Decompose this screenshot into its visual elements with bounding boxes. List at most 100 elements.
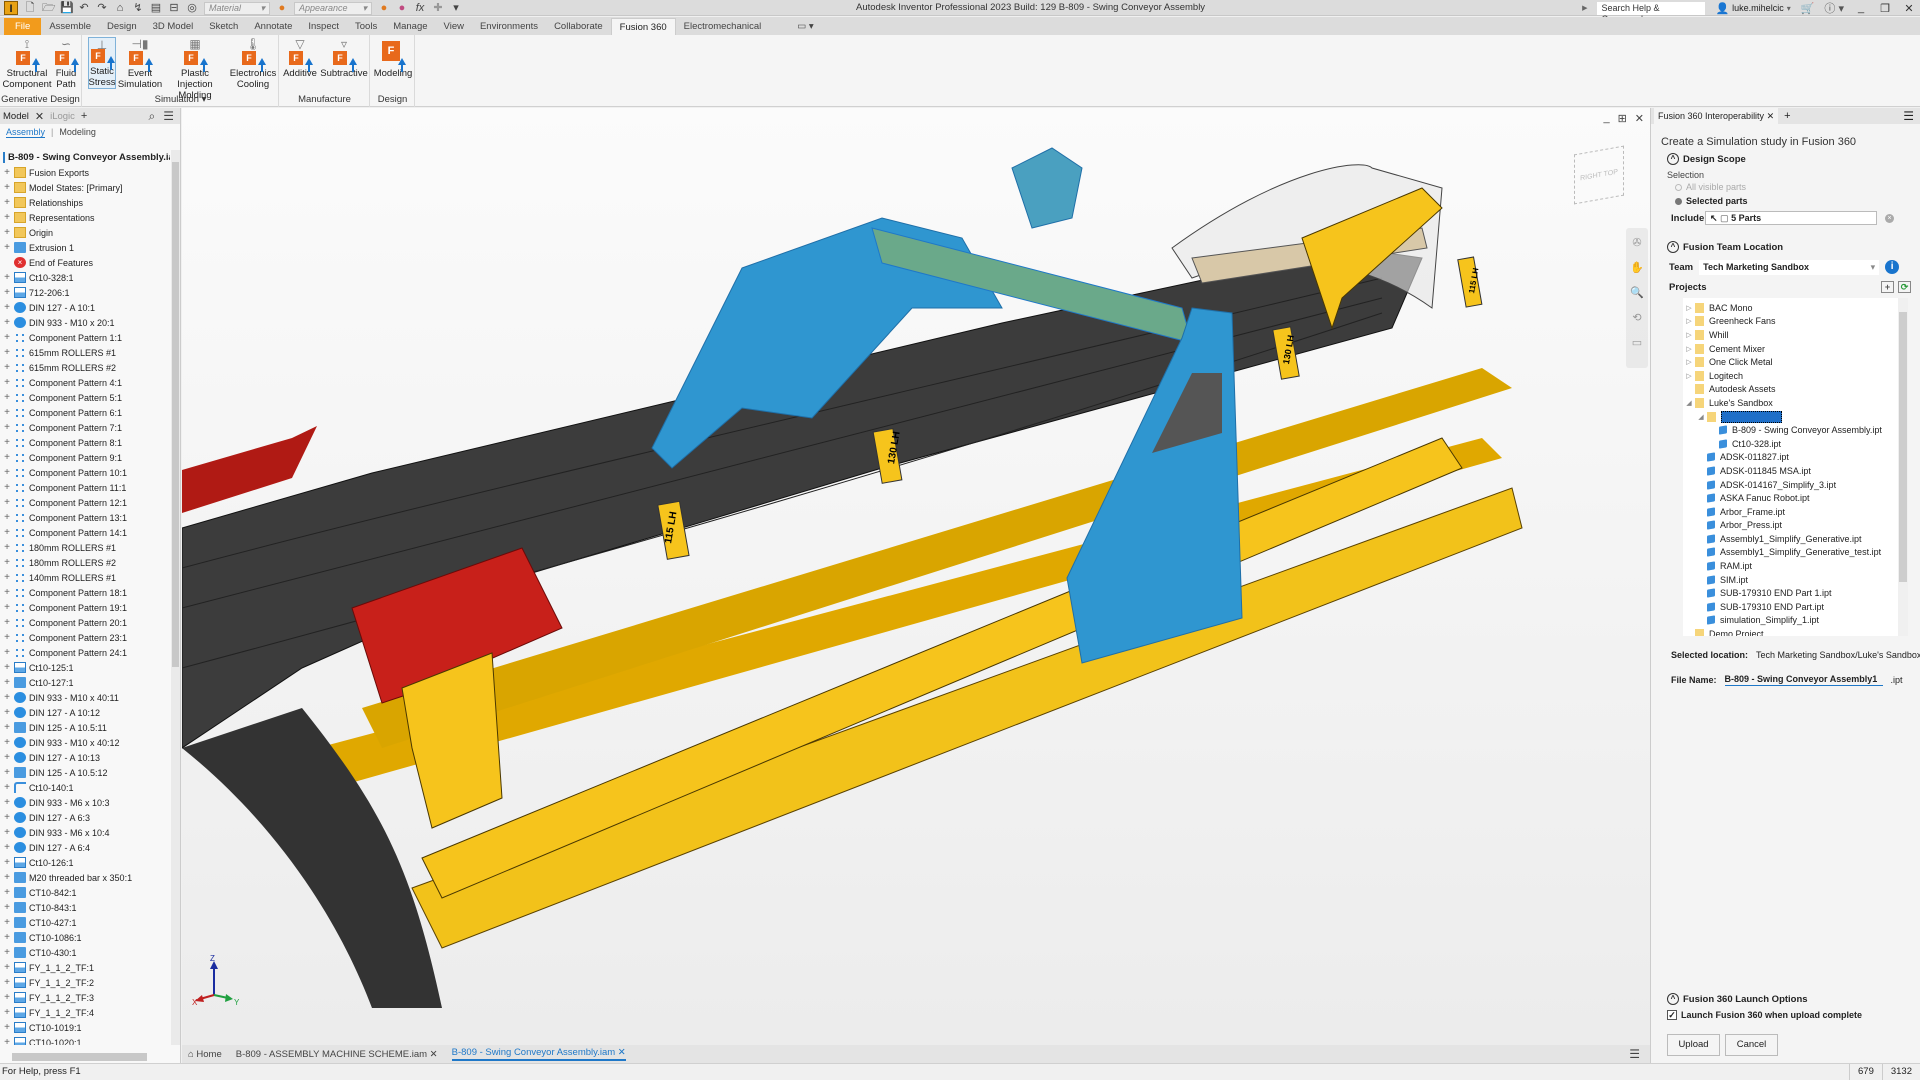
tab-view[interactable]: View [436, 18, 472, 35]
project-item[interactable]: ADSK-011845 MSA.ipt [1683, 464, 1908, 478]
tree-item[interactable]: +615mm ROLLERS #1 [0, 345, 170, 360]
close-icon[interactable]: ✕ [1767, 111, 1775, 121]
tree-item[interactable]: + Extrusion 1 [0, 240, 170, 255]
tree-item[interactable]: + M20 threaded bar x 350:1 [0, 870, 170, 885]
tree-item[interactable]: + CT10-1086:1 [0, 930, 170, 945]
tree-item[interactable]: + CT10-842:1 [0, 885, 170, 900]
close-view-icon[interactable]: ✕ [1635, 112, 1644, 125]
tab-collaborate[interactable]: Collaborate [546, 18, 611, 35]
minimize-button[interactable]: _ [1854, 2, 1868, 14]
expand-icon[interactable]: + [2, 737, 12, 748]
expand-icon[interactable]: + [2, 827, 12, 838]
expand-icon[interactable]: + [2, 917, 12, 928]
viewcube[interactable]: RIGHT TOP [1574, 145, 1624, 205]
expand-icon[interactable]: + [2, 377, 12, 388]
expand-icon[interactable]: + [2, 1022, 12, 1033]
expand-icon[interactable]: + [2, 182, 12, 193]
expand-icon[interactable]: + [2, 362, 12, 373]
zoom-icon[interactable]: 🔍 [1630, 286, 1644, 299]
projects-scrollbar[interactable] [1898, 298, 1908, 636]
expand-icon[interactable]: + [2, 947, 12, 958]
expand-icon[interactable]: + [2, 1007, 12, 1018]
project-item[interactable]: Assembly1_Simplify_Generative.ipt [1683, 532, 1908, 546]
tree-item[interactable]: + Fusion Exports [0, 165, 170, 180]
project-item[interactable]: Arbor_Press.ipt [1683, 519, 1908, 533]
tab-annotate[interactable]: Annotate [246, 18, 300, 35]
restore-button[interactable]: ❐ [1878, 2, 1892, 15]
expand-icon[interactable]: + [2, 857, 12, 868]
tab-sketch[interactable]: Sketch [201, 18, 246, 35]
add-icon[interactable]: ✚ [432, 2, 444, 14]
expand-icon[interactable]: + [2, 557, 12, 568]
tree-item[interactable]: + Component Pattern 19:1 [0, 600, 170, 615]
expand-icon[interactable]: + [2, 242, 12, 253]
tab-inspect[interactable]: Inspect [300, 18, 347, 35]
project-item[interactable]: ▷ Whill [1683, 328, 1908, 342]
expand-icon[interactable]: + [2, 797, 12, 808]
tree-root[interactable]: B-809 - Swing Conveyor Assembly.iam [0, 150, 170, 165]
expand-icon[interactable]: + [2, 467, 12, 478]
expand-icon[interactable]: + [2, 287, 12, 298]
tree-item[interactable]: + FY_1_1_2_TF:1 [0, 960, 170, 975]
tree-item[interactable]: + DIN 933 - M6 x 10:4 [0, 825, 170, 840]
expand-icon[interactable]: + [2, 227, 12, 238]
tree-item[interactable]: + Component Pattern 10:1 [0, 465, 170, 480]
add-tab-icon[interactable]: + [1784, 110, 1790, 122]
project-item[interactable]: ◢ Luke's Sandbox [1683, 396, 1908, 410]
expand-icon[interactable]: + [2, 437, 12, 448]
expand-icon[interactable]: + [2, 542, 12, 553]
parameters-icon[interactable]: fx [414, 2, 426, 14]
tree-item[interactable]: + DIN 933 - M10 x 40:12 [0, 735, 170, 750]
open-file-icon[interactable]: 🗁 [42, 2, 56, 14]
graphics-viewport[interactable]: 115 LH 130 LH 130 LH 115 LH _ ⊞ ✕ RIGHT … [182, 108, 1650, 1045]
undo-icon[interactable]: ↶ [78, 2, 90, 14]
doc-tab-home[interactable]: ⌂ Home [188, 1049, 222, 1060]
design-scope-header[interactable]: ^ Design Scope [1667, 152, 1920, 166]
expand-icon[interactable]: ▷ [1683, 304, 1695, 312]
tree-item[interactable]: + Ct10-328:1 [0, 270, 170, 285]
project-item[interactable]: SIM.ipt [1683, 573, 1908, 587]
expand-icon[interactable]: ▷ [1683, 331, 1695, 339]
customize-toolbar-icon[interactable]: ▾ [450, 2, 462, 14]
info-icon[interactable]: i [1885, 260, 1900, 274]
expand-icon[interactable]: ◢ [1695, 413, 1707, 421]
tree-item[interactable]: +180mm ROLLERS #2 [0, 555, 170, 570]
plastic-injection-molding-button[interactable]: ▦ F Plastic Injection Molding [164, 37, 226, 101]
tree-item[interactable]: +712-206:1 [0, 285, 170, 300]
tree-item[interactable]: + Component Pattern 18:1 [0, 585, 170, 600]
tree-item[interactable]: + DIN 127 - A 10:12 [0, 705, 170, 720]
tab-model[interactable]: Model [3, 111, 29, 122]
selected-lifting-lug[interactable] [1011, 147, 1083, 229]
close-icon[interactable]: ✕ [430, 1049, 438, 1060]
expand-icon[interactable]: + [2, 302, 12, 313]
tree-item[interactable]: + CT10-843:1 [0, 900, 170, 915]
minimize-view-icon[interactable]: _ [1603, 112, 1609, 125]
project-item[interactable]: Demo Project [1683, 627, 1908, 636]
tree-item[interactable]: + Component Pattern 24:1 [0, 645, 170, 660]
appearance-select[interactable]: Appearance ▾ [294, 1, 372, 15]
expand-icon[interactable]: + [2, 602, 12, 613]
tab-environments[interactable]: Environments [472, 18, 546, 35]
subtab-modeling[interactable]: Modeling [59, 127, 96, 137]
tree-item[interactable]: + Ct10-127:1 [0, 675, 170, 690]
refresh-icon[interactable]: ⟳ [1898, 281, 1911, 293]
modeling-button[interactable]: F Modeling [374, 37, 412, 79]
tab-fusion-360[interactable]: Fusion 360 [610, 18, 676, 35]
tree-item[interactable]: + DIN 125 - A 10.5:12 [0, 765, 170, 780]
tree-item[interactable]: + Component Pattern 1:1 [0, 330, 170, 345]
inventor-logo[interactable]: I [4, 1, 18, 15]
launch-options-header[interactable]: ^ Fusion 360 Launch Options [1667, 992, 1862, 1006]
tree-item[interactable]: + Relationships [0, 195, 170, 210]
cart-icon[interactable]: 🛒 [1801, 2, 1815, 15]
pan-icon[interactable]: ✋ [1630, 261, 1644, 274]
project-item[interactable]: Arbor_Frame.ipt [1683, 505, 1908, 519]
add-tab-icon[interactable]: + [81, 110, 87, 122]
expand-icon[interactable]: + [2, 482, 12, 493]
tree-item[interactable]: + DIN 127 - A 6:3 [0, 810, 170, 825]
expand-icon[interactable]: + [2, 722, 12, 733]
team-select[interactable]: Tech Marketing Sandbox ▾ [1699, 259, 1880, 275]
subtab-assembly[interactable]: Assembly [6, 127, 46, 138]
tab-file[interactable]: File [4, 18, 42, 35]
project-item[interactable]: ▷ Cement Mixer [1683, 342, 1908, 356]
tree-item[interactable]: + Component Pattern 9:1 [0, 450, 170, 465]
